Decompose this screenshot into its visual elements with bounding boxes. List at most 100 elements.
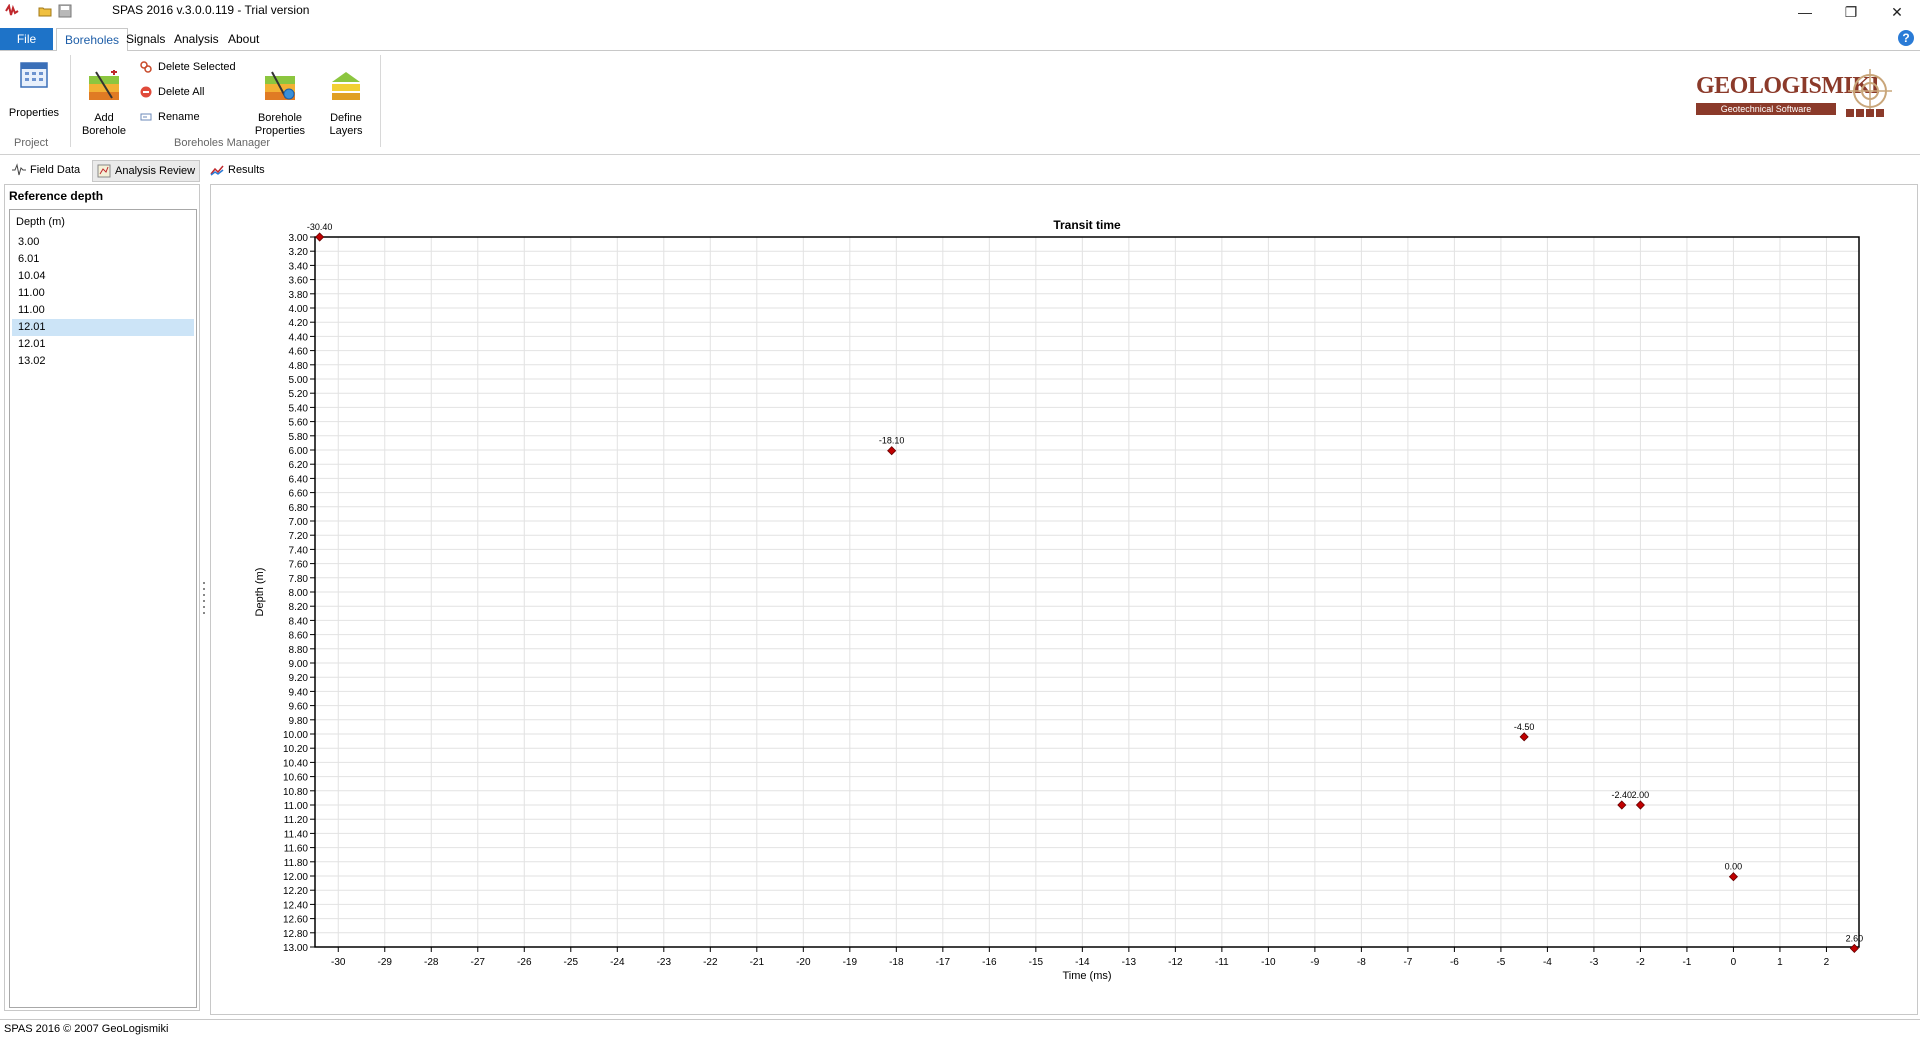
tab-about[interactable]: About [220, 28, 267, 50]
tab-results[interactable]: Results [206, 160, 269, 180]
group-divider [70, 55, 71, 147]
y-tick-label: 6.80 [289, 503, 309, 514]
status-text: SPAS 2016 © 2007 GeoLogismiki [4, 1023, 169, 1035]
list-item[interactable]: 6.01 [12, 251, 194, 268]
y-tick-label: 12.40 [283, 900, 308, 911]
list-item[interactable]: 13.02 [12, 353, 194, 370]
y-tick-label: 8.80 [289, 645, 309, 656]
y-tick-label: 3.20 [289, 247, 309, 258]
y-tick-label: 6.40 [289, 474, 309, 485]
x-tick-label: -16 [982, 957, 997, 968]
y-tick-label: 5.20 [289, 389, 309, 400]
x-tick-label: 0 [1731, 957, 1737, 968]
depth-list[interactable]: Depth (m) 3.00 6.01 10.04 11.00 11.00 12… [9, 209, 197, 1008]
app-icon [5, 4, 19, 16]
y-tick-label: 7.00 [289, 517, 309, 528]
x-tick-label: -30 [331, 957, 346, 968]
rename-button[interactable]: Rename [140, 108, 200, 126]
add-borehole-button[interactable]: Add Borehole [76, 57, 132, 151]
y-tick-label: 9.20 [289, 673, 309, 684]
minimize-button[interactable]: — [1782, 0, 1828, 24]
define-layers-button[interactable]: Define Layers [322, 57, 370, 151]
y-tick-label: 11.20 [284, 815, 309, 826]
y-tick-label: 6.60 [289, 489, 309, 500]
list-item[interactable]: 11.00 [12, 302, 194, 319]
x-tick-label: 2 [1824, 957, 1830, 968]
group-divider [380, 55, 381, 147]
rename-label: Rename [158, 111, 200, 123]
list-item[interactable]: 10.04 [12, 268, 194, 285]
y-tick-label: 12.60 [283, 915, 308, 926]
restore-button[interactable]: ❐ [1828, 0, 1874, 24]
tab-field-data[interactable]: Field Data [8, 160, 84, 180]
file-menu[interactable]: File [0, 28, 53, 50]
x-tick-label: -20 [796, 957, 811, 968]
data-point-label: -4.50 [1514, 722, 1535, 732]
x-tick-label: -2 [1636, 957, 1645, 968]
tab-analysis-review[interactable]: Analysis Review [92, 160, 201, 182]
data-points: -30.40 -18.10 -4.50 -2.40 2.00 0.00 2.60 [307, 222, 1863, 953]
x-tick-label: -5 [1496, 957, 1505, 968]
title-bar: SPAS 2016 v.3.0.0.119 - Trial version — … [0, 0, 1920, 24]
chart-grid [315, 236, 1859, 948]
y-tick-label: 5.60 [289, 418, 309, 429]
x-axis-label: Time (ms) [1062, 970, 1111, 982]
project-group-label: Project [14, 137, 49, 149]
boreholes-manager-group-label: Boreholes Manager [174, 137, 271, 149]
open-folder-icon[interactable] [38, 4, 52, 18]
data-point-label: -2.40 [1612, 790, 1633, 800]
geologismiki-logo: GEOLOGISMIKI Geotechnical Software [1696, 69, 1896, 123]
x-tick-label: 1 [1777, 957, 1783, 968]
chart-title: Transit time [1053, 218, 1121, 232]
y-tick-label: 3.40 [289, 261, 309, 272]
x-tick-label: -8 [1357, 957, 1366, 968]
document-tabs: Field Data Analysis Review Results [0, 158, 1920, 182]
list-item[interactable]: 3.00 [12, 234, 194, 251]
panel-splitter[interactable] [202, 580, 206, 620]
y-tick-label: 10.80 [283, 787, 308, 798]
y-tick-label: 7.80 [289, 574, 309, 585]
y-tick-label: 5.40 [289, 403, 309, 414]
x-tick-label: -17 [936, 957, 951, 968]
x-tick-label: -4 [1543, 957, 1552, 968]
properties-button[interactable]: Properties [4, 59, 64, 120]
y-tick-label: 7.60 [289, 560, 309, 571]
y-axis-label: Depth (m) [254, 568, 266, 617]
menu-bar: File Boreholes Signals Analysis About ? [0, 26, 1920, 52]
x-tick-label: -26 [517, 957, 532, 968]
y-tick-label: 11.60 [284, 844, 309, 855]
close-button[interactable]: ✕ [1874, 0, 1920, 24]
x-tick-label: -25 [564, 957, 579, 968]
y-tick-label: 11.80 [284, 858, 309, 869]
window-title: SPAS 2016 v.3.0.0.119 - Trial version [112, 3, 310, 17]
list-item-selected[interactable]: 12.01 [12, 319, 194, 336]
delete-selected-button[interactable]: Delete Selected [140, 58, 236, 76]
y-tick-label: 4.80 [289, 361, 309, 372]
help-icon[interactable]: ? [1898, 30, 1914, 46]
data-point-label: -30.40 [307, 222, 333, 232]
data-point-marker [1728, 872, 1738, 882]
transit-time-chart[interactable]: 3.00 3.20 3.40 3.60 3.80 4.00 4.20 4.40 4.60 4.80… [211, 185, 1917, 1014]
depth-column-header[interactable]: Depth (m) [16, 216, 65, 228]
y-tick-label: 3.60 [289, 276, 309, 287]
save-icon[interactable] [58, 4, 72, 18]
add-borehole-label: Add Borehole [81, 112, 127, 137]
list-item[interactable]: 12.01 [12, 336, 194, 353]
x-tick-label: -13 [1122, 957, 1137, 968]
list-item[interactable]: 11.00 [12, 285, 194, 302]
y-tick-label: 9.40 [289, 687, 309, 698]
x-tick-label: -15 [1029, 957, 1044, 968]
delete-all-button[interactable]: Delete All [140, 83, 204, 101]
y-tick-label: 10.20 [283, 744, 308, 755]
y-tick-label: 10.00 [283, 730, 308, 741]
data-point-label: 0.00 [1725, 862, 1743, 872]
tab-analysis[interactable]: Analysis [166, 28, 227, 50]
properties-icon [20, 62, 48, 88]
y-tick-label: 9.00 [289, 659, 309, 670]
define-layers-icon [332, 72, 360, 100]
y-tick-label: 9.80 [289, 716, 309, 727]
delete-selected-icon [140, 61, 152, 73]
x-tick-label: -21 [750, 957, 765, 968]
ribbon: Properties Project Add Borehole Delete S… [0, 51, 1920, 155]
y-tick-label: 4.00 [289, 304, 309, 315]
